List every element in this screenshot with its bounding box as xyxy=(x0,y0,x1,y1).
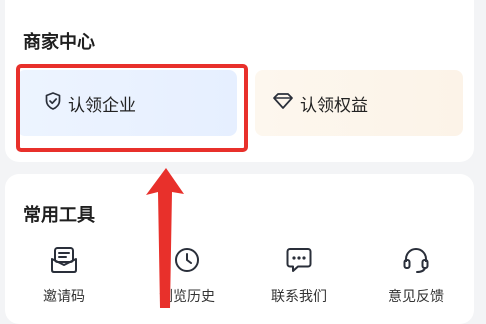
contact-us-label: 联系我们 xyxy=(271,289,327,305)
red-arrow-annotation xyxy=(146,168,184,308)
chat-bubble-icon xyxy=(284,242,314,278)
invite-code-icon xyxy=(49,242,79,278)
merchant-center-title: 商家中心 xyxy=(23,32,95,53)
diamond-icon xyxy=(271,91,300,116)
invite-code-button[interactable]: 邀请码 xyxy=(19,242,109,306)
feedback-button[interactable]: 意见反馈 xyxy=(371,242,461,306)
invite-code-label: 邀请码 xyxy=(43,289,85,305)
claim-rights-label: 认领权益 xyxy=(300,95,368,116)
common-tools-title: 常用工具 xyxy=(23,205,95,226)
headset-icon xyxy=(401,242,431,278)
contact-us-button[interactable]: 联系我们 xyxy=(254,242,344,306)
feedback-label: 意见反馈 xyxy=(388,289,444,305)
highlight-box xyxy=(16,64,248,152)
merchant-center-card: 商家中心 认领企业 认领权益 xyxy=(5,0,474,162)
claim-rights-button[interactable]: 认领权益 xyxy=(255,70,463,136)
common-tools-card: 常用工具 邀请码 浏览历史 联系我们 意见反馈 xyxy=(5,174,474,324)
